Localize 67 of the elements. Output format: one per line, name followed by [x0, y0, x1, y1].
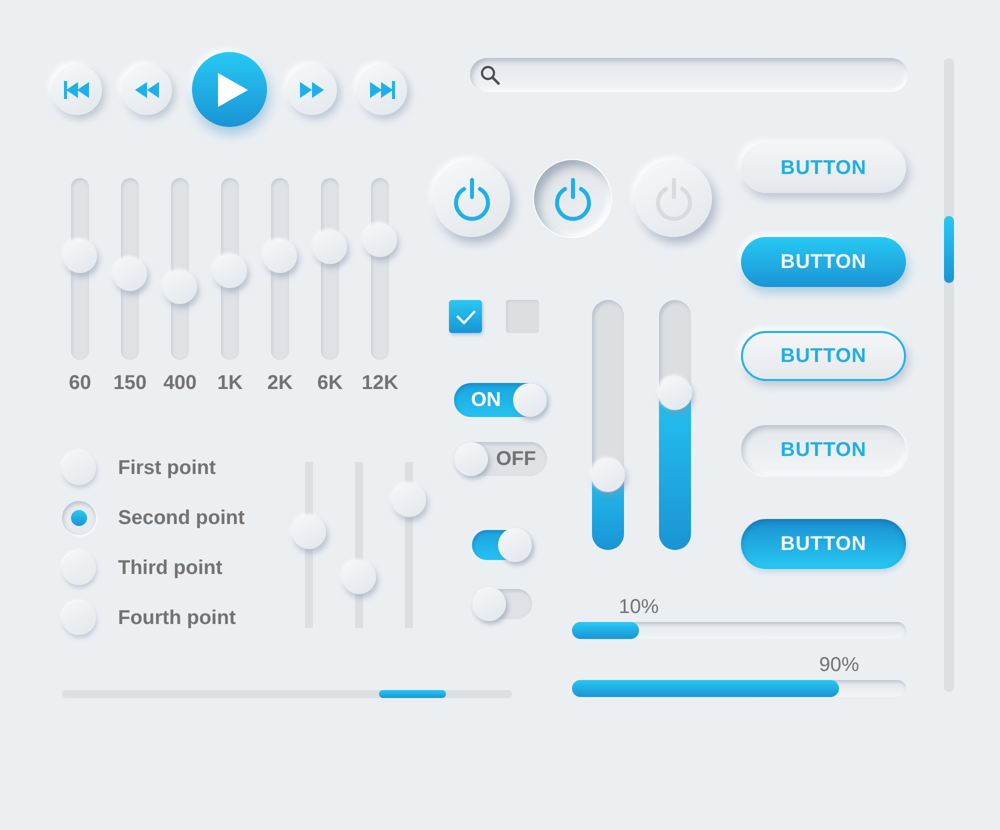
toggle-switch[interactable]: OFF	[454, 442, 547, 476]
check-icon	[454, 308, 476, 324]
progress-label: 10%	[618, 597, 659, 617]
horizontal-scrollbar[interactable]	[62, 690, 512, 698]
vertical-slider[interactable]	[658, 300, 692, 550]
slider-thumb[interactable]	[63, 239, 97, 274]
search-field[interactable]	[470, 58, 908, 92]
frequency-label: 60	[68, 372, 92, 394]
action-button[interactable]: BUTTON	[741, 425, 906, 475]
slider-thumb[interactable]	[163, 270, 197, 304]
action-button[interactable]: BUTTON	[741, 237, 906, 287]
rewind-icon	[135, 82, 159, 98]
toggle-knob	[472, 587, 506, 621]
action-button[interactable]: BUTTON	[741, 331, 906, 381]
toggle-knob	[513, 383, 547, 417]
radio-label[interactable]: Second point	[118, 506, 245, 530]
play-icon	[218, 72, 248, 106]
toggle-switch[interactable]	[472, 528, 532, 562]
frequency-label: 6K	[317, 372, 343, 394]
eq-slider[interactable]	[213, 178, 247, 360]
toggle-switch[interactable]: ON	[454, 383, 547, 417]
eq-slider[interactable]	[263, 178, 297, 360]
slider-thumb[interactable]	[263, 239, 297, 274]
slider-thumb[interactable]	[363, 222, 397, 257]
progress-label: 90%	[819, 655, 860, 675]
skip-back-icon	[64, 80, 90, 98]
search-icon	[480, 65, 500, 85]
frequency-label: 12K	[362, 372, 398, 394]
slider-thumb[interactable]	[658, 376, 692, 410]
vertical-slider[interactable]	[591, 300, 625, 550]
play-button[interactable]	[192, 52, 267, 127]
eq-slider[interactable]	[113, 178, 147, 360]
action-button[interactable]: BUTTON	[741, 519, 906, 569]
frequency-label: 150	[113, 372, 147, 394]
radio-button[interactable]	[62, 451, 96, 485]
eq-slider[interactable]	[363, 178, 397, 360]
vertical-scrollbar[interactable]	[944, 58, 954, 692]
slider-thumb[interactable]	[213, 254, 247, 288]
power-icon	[552, 176, 592, 220]
scrollbar-thumb[interactable]	[379, 690, 446, 698]
slider-thumb[interactable]	[313, 230, 347, 264]
toggle-knob	[454, 442, 488, 476]
radio-button[interactable]	[62, 601, 96, 635]
action-button[interactable]: BUTTON	[741, 143, 906, 193]
skip-forward-icon	[369, 80, 395, 98]
eq-slider[interactable]	[63, 178, 97, 360]
checkbox[interactable]	[449, 300, 482, 333]
power-icon	[654, 176, 694, 220]
radio-label[interactable]: Fourth point	[118, 606, 236, 630]
scrollbar-thumb[interactable]	[944, 216, 954, 283]
radio-label[interactable]: Third point	[118, 556, 222, 580]
power-icon	[452, 176, 492, 220]
radio-button[interactable]	[62, 551, 96, 585]
checkbox[interactable]	[506, 300, 539, 333]
toggle-switch[interactable]	[472, 587, 532, 621]
eq-slider[interactable]	[163, 178, 197, 360]
slider-thumb[interactable]	[113, 257, 147, 292]
slider-thumb[interactable]	[591, 458, 625, 492]
toggle-knob	[498, 528, 532, 562]
frequency-label: 1K	[217, 372, 243, 394]
eq-slider[interactable]	[313, 178, 347, 360]
radio-dot-icon	[71, 510, 87, 526]
frequency-label: 2K	[267, 372, 293, 394]
radio-label[interactable]: First point	[118, 456, 216, 480]
radio-button[interactable]	[62, 501, 96, 535]
fast-forward-icon	[300, 82, 324, 98]
frequency-label: 400	[163, 372, 197, 394]
